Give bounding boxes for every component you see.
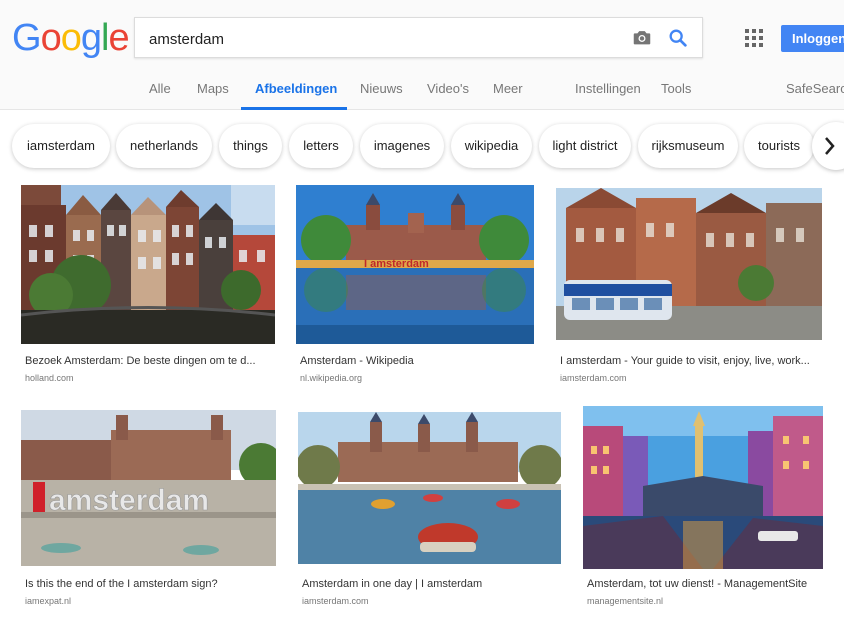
rijksmuseum-image: I amsterdam	[296, 185, 534, 344]
chip-rijksmuseum[interactable]: rijksmuseum	[638, 124, 738, 168]
canal-houses-image	[21, 185, 275, 344]
nav-safesearch[interactable]: SafeSearch	[786, 82, 844, 110]
search-input[interactable]	[149, 28, 609, 50]
svg-text:I amsterdam: I amsterdam	[364, 258, 429, 270]
result-source: iamsterdam.com	[560, 373, 627, 383]
image-result[interactable]: I amsterdam - Your guide to visit, enjoy…	[556, 188, 822, 385]
logo-letter: o	[60, 17, 82, 59]
logo-letter: e	[108, 17, 129, 59]
header: Google Inloggen Alle Maps Afbeeldingen N…	[0, 0, 844, 110]
canal-dusk-image	[583, 406, 823, 569]
i-amsterdam-letters-image: amsterdam	[21, 410, 276, 566]
nav-tab-news[interactable]: Nieuws	[360, 82, 403, 110]
result-caption[interactable]: I amsterdam - Your guide to visit, enjoy…	[560, 355, 822, 367]
chip-tourists[interactable]: tourists	[744, 124, 814, 168]
nav-tab-all[interactable]: Alle	[149, 82, 171, 110]
logo-letter: g	[80, 17, 102, 59]
google-logo[interactable]: Google	[12, 16, 130, 60]
nav-tools[interactable]: Tools	[661, 82, 691, 110]
related-search-chips: iamsterdam netherlands things letters im…	[0, 122, 844, 172]
result-source: nl.wikipedia.org	[300, 373, 363, 383]
chevron-right-icon	[825, 137, 835, 155]
chip-imagenes[interactable]: imagenes	[360, 124, 444, 168]
search-box	[134, 17, 703, 58]
logo-letter: G	[12, 17, 42, 59]
image-thumbnail[interactable]	[556, 188, 822, 340]
nav-tab-more[interactable]: Meer	[493, 82, 523, 110]
result-caption[interactable]: Amsterdam, tot uw dienst! - ManagementSi…	[587, 578, 823, 590]
nav-tab-maps[interactable]: Maps	[197, 82, 229, 110]
search-nav: Alle Maps Afbeeldingen Nieuws Video's Me…	[0, 82, 844, 110]
nav-tab-videos[interactable]: Video's	[427, 82, 469, 110]
camera-icon[interactable]	[631, 27, 653, 49]
chip-iamsterdam[interactable]: iamsterdam	[12, 124, 110, 168]
image-result[interactable]: Amsterdam, tot uw dienst! - ManagementSi…	[583, 406, 823, 610]
result-source: iamsterdam.com	[302, 596, 369, 606]
result-caption[interactable]: Bezoek Amsterdam: De beste dingen om te …	[25, 355, 273, 367]
image-thumbnail[interactable]	[21, 185, 275, 344]
logo-letter: l	[100, 17, 110, 59]
nav-tab-images[interactable]: Afbeeldingen	[241, 82, 347, 110]
apps-grid-icon[interactable]	[745, 29, 763, 47]
nav-settings[interactable]: Instellingen	[575, 82, 641, 110]
tram-street-image	[556, 188, 822, 340]
chip-things[interactable]: things	[219, 124, 282, 168]
result-source: managementsite.nl	[587, 596, 664, 606]
image-result[interactable]: amsterdam Is this the end of the I amste…	[21, 410, 276, 610]
chip-wikipedia[interactable]: wikipedia	[451, 124, 532, 168]
result-source: holland.com	[25, 373, 74, 383]
result-source: iamexpat.nl	[25, 596, 72, 606]
image-thumbnail[interactable]	[298, 412, 561, 564]
image-result[interactable]: Amsterdam in one day | I amsterdam iamst…	[298, 412, 561, 610]
logo-letter: o	[40, 17, 62, 59]
image-thumbnail[interactable]: amsterdam	[21, 410, 276, 566]
chip-letters[interactable]: letters	[289, 124, 353, 168]
result-caption[interactable]: Is this the end of the I amsterdam sign?	[25, 578, 275, 590]
result-caption[interactable]: Amsterdam in one day | I amsterdam	[302, 578, 560, 590]
image-thumbnail[interactable]: I amsterdam	[296, 185, 534, 344]
chips-next-button[interactable]	[812, 122, 844, 170]
chip-netherlands[interactable]: netherlands	[116, 124, 212, 168]
search-icon[interactable]	[667, 27, 689, 49]
chip-light-district[interactable]: light district	[539, 124, 631, 168]
image-result[interactable]: Bezoek Amsterdam: De beste dingen om te …	[21, 185, 275, 385]
image-thumbnail[interactable]	[583, 406, 823, 569]
result-caption[interactable]: Amsterdam - Wikipedia	[300, 355, 534, 367]
login-button[interactable]: Inloggen	[781, 25, 844, 52]
museumplein-image	[298, 412, 561, 564]
image-result[interactable]: I amsterdam Amsterdam - Wikipedia nl.wik…	[296, 185, 534, 385]
